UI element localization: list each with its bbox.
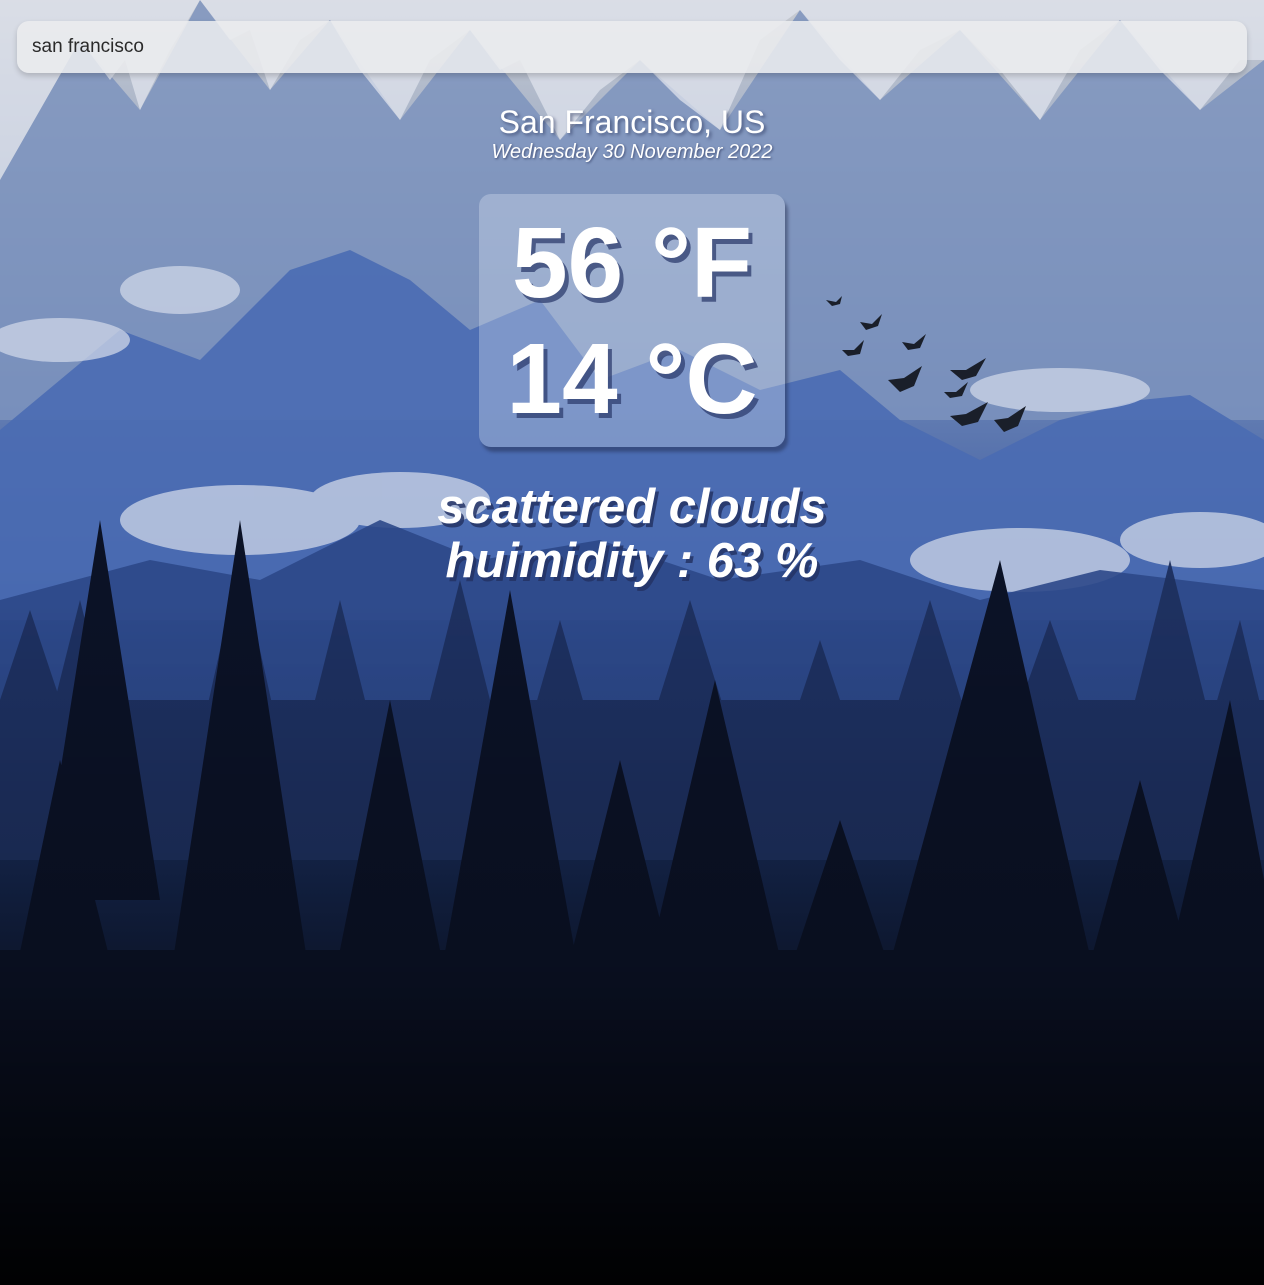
weather-description: scattered clouds	[437, 480, 827, 534]
temperature-celsius: 14 °C	[506, 323, 758, 435]
humidity-label: huimidity : 63 %	[445, 534, 819, 588]
search-input[interactable]	[17, 21, 1247, 73]
location-title: San Francisco, US	[498, 104, 766, 140]
background-landscape	[0, 0, 1264, 1285]
current-date: Wednesday 30 November 2022	[491, 141, 773, 163]
weather-app: San Francisco, US Wednesday 30 November …	[0, 0, 1264, 1285]
temperature-fahrenheit: 56 °F	[511, 207, 753, 319]
